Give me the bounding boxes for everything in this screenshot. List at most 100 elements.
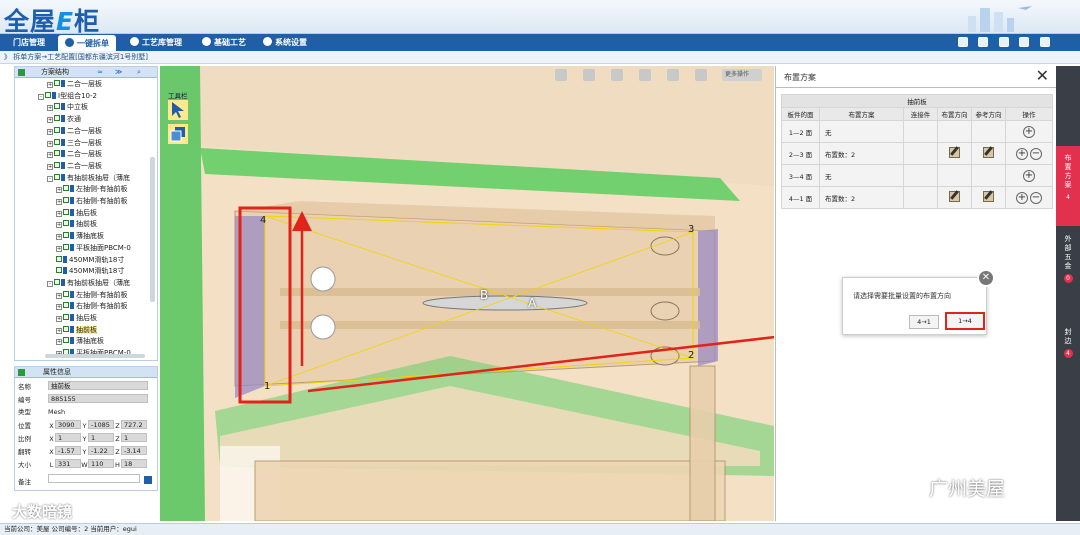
direction-1-to-4-button[interactable]: 1→4 [945,312,985,330]
expand-toggle-icon[interactable]: + [56,327,62,334]
tree-item[interactable]: 450MM滑轨18寸 [56,255,124,267]
panel-menu-icon[interactable] [18,69,25,76]
checkbox[interactable] [54,173,60,180]
expand-icon[interactable]: ≫ [115,67,122,78]
tree-item[interactable]: - 有抽前板抽屉（薄底 [47,278,130,290]
pos-y-field[interactable]: -1085 [88,420,114,429]
close-icon[interactable]: ✕ [1036,68,1049,84]
checkbox[interactable] [54,103,60,110]
checkbox[interactable] [63,232,69,239]
fullscreen-icon[interactable] [667,69,679,81]
home-icon[interactable] [957,37,968,47]
tree-item[interactable]: + 二合一层板 [47,79,102,91]
checkbox[interactable] [54,80,60,86]
3d-viewport[interactable]: 4 3 2 1 A B 更多操作 [160,66,774,521]
checkbox[interactable] [54,115,60,122]
checkbox[interactable] [54,161,60,168]
remove-icon[interactable]: − [1030,191,1042,204]
view-side-icon[interactable] [611,69,623,81]
checkbox[interactable] [63,314,69,320]
checkbox[interactable] [63,185,69,192]
scale-y-field[interactable]: 1 [88,433,114,442]
tree-item[interactable]: + 衣通 [47,114,81,126]
save-icon[interactable] [144,476,152,484]
scale-z-field[interactable]: 1 [121,433,147,442]
checkbox[interactable] [54,138,60,145]
add-icon[interactable]: + [1023,125,1035,138]
menu-process-library[interactable]: 工艺库管理 [123,34,189,51]
size-l-field[interactable]: 331 [55,459,81,468]
size-h-field[interactable]: 18 [121,459,147,468]
tree-item[interactable]: - I型组合10-2 [38,91,97,103]
expand-toggle-icon[interactable]: + [47,117,53,124]
tree-item[interactable]: + 二合一层板 [47,126,102,138]
checkbox[interactable] [45,91,51,98]
expand-toggle-icon[interactable]: + [56,222,62,229]
checkbox[interactable] [63,325,69,332]
calendar-icon[interactable] [978,37,989,47]
add-icon[interactable]: + [1016,147,1028,160]
expand-toggle-icon[interactable]: + [56,199,62,205]
view-top-icon[interactable] [583,69,595,81]
size-w-field[interactable]: 110 [88,459,114,468]
expand-toggle-icon[interactable]: + [56,292,62,299]
checkbox[interactable] [54,278,60,285]
tree-scrollbar[interactable] [150,157,155,302]
expand-toggle-icon[interactable]: + [47,82,53,88]
pos-z-field[interactable]: 727.2 [121,420,147,429]
tree-item[interactable]: - 有抽前板抽屉（薄底 [47,173,130,185]
more-operations-dropdown[interactable]: 更多操作 [722,69,762,81]
table-row[interactable]: 4—1 面 布置数：2 + − [781,186,1053,209]
code-field[interactable]: 885155 [48,394,148,403]
tree-item[interactable]: + 抽后板 [56,313,97,325]
tree-item[interactable]: + 平板抽面PBCM-0 [56,243,131,255]
tree-item[interactable]: + 抽后板 [56,208,97,220]
view-front-icon[interactable] [555,69,567,81]
rot-y-field[interactable]: -1.22 [88,446,114,455]
expand-toggle-icon[interactable]: + [56,187,62,194]
edit-icon[interactable] [983,191,994,202]
tab-layout-plan[interactable]: 布置方案 4 [1056,146,1080,226]
tree-item[interactable]: + 抽前板 [56,325,97,337]
tree-item[interactable]: + 薄抽底板 [56,231,104,243]
expand-toggle-icon[interactable]: + [56,304,62,311]
pointer-tool-icon[interactable] [168,100,188,120]
checkbox[interactable] [63,243,69,250]
remove-icon[interactable]: − [1030,147,1042,160]
tree-hscrollbar[interactable] [45,354,145,358]
collapse-icon[interactable]: ≈ [97,67,103,78]
collapse-toggle-icon[interactable]: - [47,280,53,287]
tree-item[interactable]: + 二合一层板 [47,149,102,161]
lightning-icon[interactable] [695,69,707,81]
user-icon[interactable] [998,37,1009,47]
expand-toggle-icon[interactable]: + [56,339,62,346]
table-row[interactable]: 3—4 面 无 + [781,164,1053,187]
checkbox[interactable] [63,290,69,297]
settings-icon[interactable] [1019,37,1030,47]
search-icon[interactable]: ⌕ [137,67,141,78]
tree-item[interactable]: + 左抽侧-有抽前板 [56,290,128,302]
table-row[interactable]: 2—3 面 布置数：2 + − [781,142,1053,165]
edit-icon[interactable] [983,147,994,158]
expand-toggle-icon[interactable]: + [47,105,53,112]
checkbox[interactable] [56,255,62,262]
tree-item[interactable]: + 薄抽底板 [56,336,104,348]
tab-external-hardware[interactable]: 外部五金 0 [1056,231,1080,301]
table-row[interactable]: 1—2 面 无 + [781,120,1053,143]
collapse-toggle-icon[interactable]: - [47,175,53,182]
tree-item[interactable]: + 右抽侧-有抽前板 [56,301,128,313]
menu-system-settings[interactable]: 系统设置 [256,34,314,51]
expand-toggle-icon[interactable]: + [56,245,62,252]
tree-item[interactable]: + 右抽侧-有抽前板 [56,196,128,208]
view-3d-icon[interactable] [639,69,651,81]
edit-icon[interactable] [949,147,960,158]
checkbox[interactable] [63,197,69,203]
checkbox[interactable] [63,302,69,309]
tree-item[interactable]: + 左抽侧-有抽前板 [56,184,128,196]
tree-item[interactable]: + 二合一层板 [47,161,102,173]
edit-icon[interactable] [949,191,960,202]
checkbox[interactable] [54,150,60,157]
add-icon[interactable]: + [1023,169,1035,182]
expand-toggle-icon[interactable]: + [56,234,62,241]
select-tool-icon[interactable] [168,124,188,144]
